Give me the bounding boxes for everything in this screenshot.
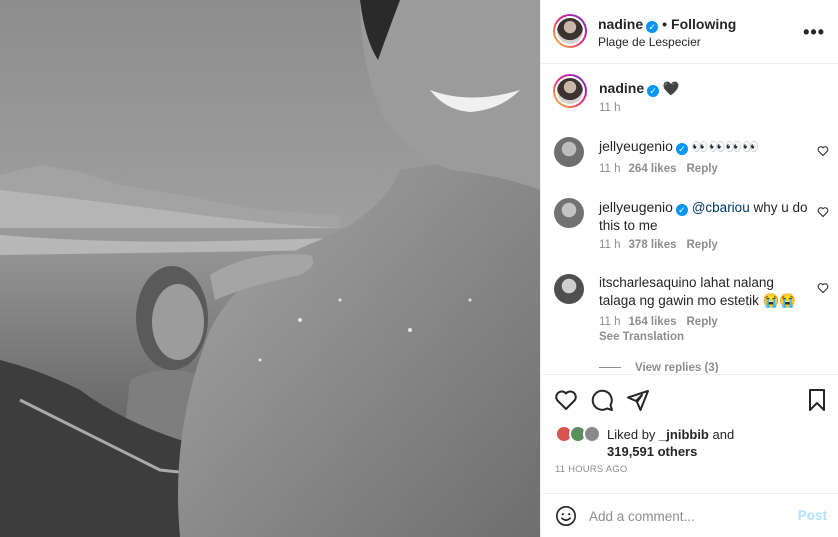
share-icon[interactable] (626, 388, 650, 412)
comment-text: itscharlesaquino lahat nalang talaga ng … (599, 274, 809, 310)
post-header: nadine ✓ • Following Plage de Lespecier ••• (541, 0, 838, 64)
likes-count[interactable]: 319,591 others (607, 444, 697, 459)
liked-by-prefix: Liked by (607, 427, 660, 442)
comment-time: 11 h (599, 316, 621, 328)
user-avatar[interactable] (554, 274, 584, 304)
author-username[interactable]: nadine (598, 16, 643, 32)
comment-likes[interactable]: 264 likes (629, 163, 677, 175)
comment-icon[interactable] (590, 388, 614, 412)
reply-button[interactable]: Reply (687, 239, 718, 251)
caption-author-avatar[interactable] (553, 74, 587, 108)
see-translation-link[interactable]: See Translation (599, 331, 684, 343)
author-line: nadine ✓ • Following (598, 16, 736, 33)
comment-body: 👀👀👀👀 (691, 139, 759, 154)
user-avatar[interactable] (554, 198, 584, 228)
reply-button[interactable]: Reply (687, 316, 718, 328)
comment-meta: 11 h 264 likes Reply (599, 163, 718, 175)
action-bar (541, 374, 838, 424)
comment-text: jellyeugenio ✓ 👀👀👀👀 (599, 137, 809, 156)
liker-avatar (583, 425, 601, 443)
comment-likes[interactable]: 164 likes (629, 316, 677, 328)
caption: nadine ✓ 🖤 (599, 79, 680, 98)
comment-meta: 11 h 164 likes Reply (599, 316, 718, 328)
comment-meta: 11 h 378 likes Reply (599, 239, 718, 251)
liker-username[interactable]: _jnibbib (659, 427, 709, 442)
post-location[interactable]: Plage de Lespecier (598, 35, 701, 49)
comment-username[interactable]: itscharlesaquino (599, 275, 697, 290)
comment-likes[interactable]: 378 likes (629, 239, 677, 251)
more-icon[interactable]: ••• (803, 22, 825, 43)
comment-like-heart-icon[interactable] (817, 145, 829, 157)
liked-by-and: and (708, 427, 735, 442)
replies-divider-line (599, 367, 621, 369)
comments-list[interactable]: nadine ✓ 🖤 11 h jellyeugenio ✓ 👀👀👀👀 11 h 26… (541, 65, 838, 373)
separator-dot: • (662, 16, 668, 32)
verified-badge-icon: ✓ (647, 85, 660, 97)
author-avatar[interactable] (553, 14, 587, 48)
user-avatar[interactable] (554, 137, 584, 167)
caption-time: 11 h (599, 102, 621, 114)
comment-input[interactable] (589, 504, 789, 528)
caption-text: 🖤 (662, 81, 680, 96)
verified-badge-icon: ✓ (675, 143, 688, 155)
comment-time: 11 h (599, 239, 621, 251)
bookmark-icon[interactable] (805, 388, 829, 412)
heart-icon[interactable] (554, 388, 578, 412)
emoji-icon[interactable] (555, 505, 577, 527)
comment-username[interactable]: jellyeugenio (599, 138, 673, 154)
view-replies-label: View replies (3) (635, 362, 719, 373)
view-replies-button[interactable]: View replies (3) (599, 362, 719, 373)
post-detail-panel: nadine ✓ • Following Plage de Lespecier •••… (540, 0, 838, 537)
comment-text: jellyeugenio ✓ @cbariou why u do this to … (599, 198, 809, 235)
post-button[interactable]: Post (798, 508, 827, 523)
comment-username[interactable]: jellyeugenio (599, 199, 673, 215)
caption-username[interactable]: nadine (599, 80, 644, 96)
likes-text: Liked by _jnibbib and 319,591 others (607, 426, 734, 460)
reply-button[interactable]: Reply (687, 163, 718, 175)
comment-like-heart-icon[interactable] (817, 206, 829, 218)
post-photo[interactable] (0, 0, 540, 537)
beach-photo-image (0, 0, 540, 537)
verified-badge-icon: ✓ (646, 21, 659, 33)
comment-time: 11 h (599, 163, 621, 175)
likes-summary[interactable]: Liked by _jnibbib and 319,591 others (555, 424, 835, 464)
comment-mention[interactable]: @cbariou (692, 200, 750, 215)
following-button[interactable]: Following (671, 16, 736, 32)
post-timestamp[interactable]: 11 HOURS AGO (555, 464, 627, 475)
comment-composer: Post (541, 493, 838, 537)
comment-like-heart-icon[interactable] (817, 282, 829, 294)
verified-badge-icon: ✓ (675, 204, 688, 216)
